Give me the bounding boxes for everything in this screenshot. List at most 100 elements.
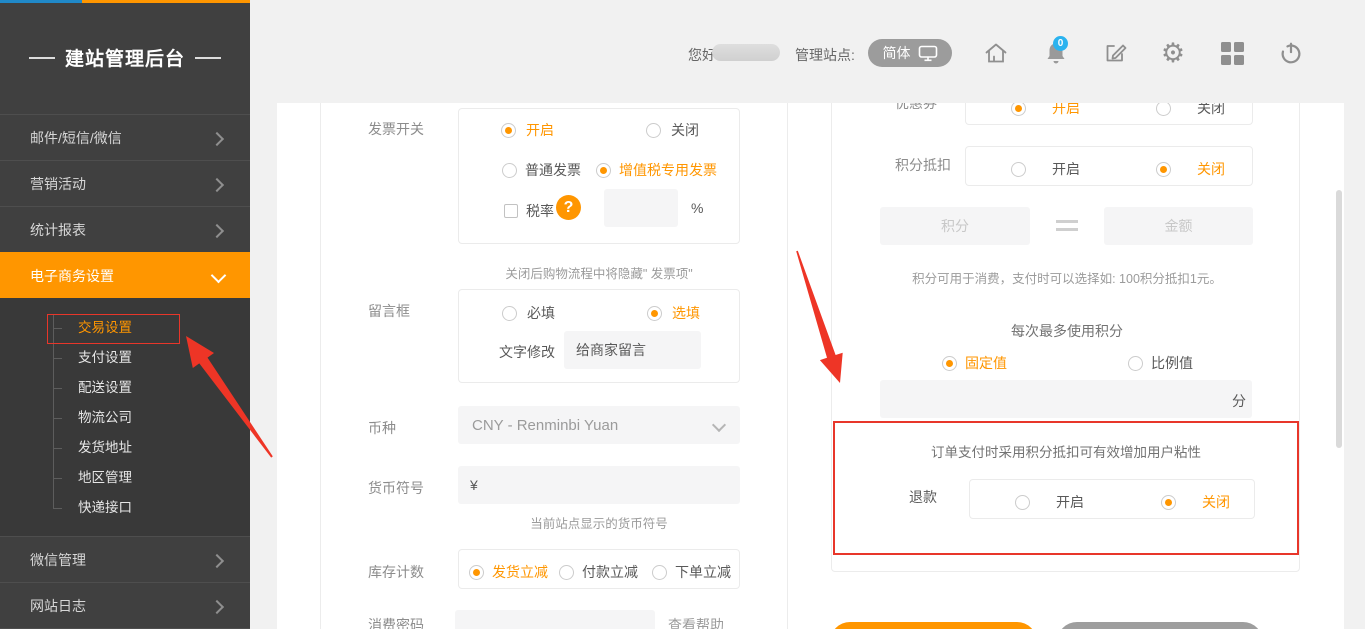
invoice-on-option[interactable]: 开启	[501, 120, 554, 140]
tree-tick	[53, 448, 62, 449]
message-optional-option[interactable]: 选填	[647, 303, 700, 323]
points-deduct-label: 积分抵扣	[895, 155, 951, 175]
sidebar-item-mail-sms-wechat[interactable]: 邮件/短信/微信	[0, 114, 250, 160]
message-text-input[interactable]	[564, 331, 701, 369]
points-unit-suffix: 分	[1232, 391, 1246, 411]
tree-tick	[53, 478, 62, 479]
annotation-box-refund: 订单支付时采用积分抵扣可有效增加用户粘性 退款 开启 关闭	[833, 421, 1299, 555]
content-area: 发票开关 开启 关闭 普通发票 增值税专用发票 税率 ?	[277, 103, 1344, 629]
scrollbar-thumb[interactable]	[1336, 190, 1342, 448]
edit-icon[interactable]	[1101, 39, 1129, 67]
radio-stock-ship[interactable]	[469, 565, 484, 580]
invoice-vat-label: 增值税专用发票	[619, 160, 717, 180]
points-on-option[interactable]: 开启	[1011, 159, 1080, 179]
submenu-item-payment-settings[interactable]: 支付设置	[78, 348, 132, 368]
tax-rate-option[interactable]: 税率	[504, 201, 554, 221]
points-off-label: 关闭	[1197, 159, 1225, 179]
refund-off-option[interactable]: 关闭	[1161, 492, 1230, 512]
coupon-box: 开启 关闭	[965, 103, 1253, 125]
sidebar-item-site-logs[interactable]: 网站日志	[0, 582, 250, 628]
user-name-redacted	[712, 44, 780, 61]
power-icon[interactable]	[1277, 39, 1305, 67]
tree-tick	[53, 388, 62, 389]
radio-refund-off[interactable]	[1161, 495, 1176, 510]
radio-invoice-on[interactable]	[501, 123, 516, 138]
text-edit-label: 文字修改	[499, 342, 555, 362]
tax-rate-input[interactable]	[604, 189, 678, 227]
radio-coupon-on[interactable]	[1011, 103, 1026, 116]
radio-fixed-value[interactable]	[942, 356, 957, 371]
ecommerce-submenu: 交易设置 支付设置 配送设置 物流公司 发货地址 地区管理 快递接口	[0, 298, 250, 536]
chevron-right-icon	[210, 178, 224, 192]
radio-stock-order[interactable]	[652, 565, 667, 580]
sidebar-item-marketing[interactable]: 营销活动	[0, 160, 250, 206]
max-points-title: 每次最多使用积分	[837, 321, 1297, 341]
gear-icon[interactable]: ⚙	[1159, 39, 1187, 67]
coupon-off-option[interactable]: 关闭	[1156, 103, 1225, 118]
title-dash-right	[195, 57, 221, 59]
language-site-pill[interactable]: 简体	[868, 39, 952, 67]
radio-points-on[interactable]	[1011, 162, 1026, 177]
radio-message-required[interactable]	[502, 306, 517, 321]
stock-ship-option[interactable]: 发货立减	[469, 562, 548, 582]
points-on-label: 开启	[1052, 159, 1080, 179]
message-required-option[interactable]: 必填	[502, 303, 555, 323]
radio-points-off[interactable]	[1156, 162, 1171, 177]
progress-strip-blue	[0, 0, 82, 3]
invoice-off-option[interactable]: 关闭	[646, 120, 699, 140]
refund-on-option[interactable]: 开启	[1015, 492, 1084, 512]
submenu-item-logistics-company[interactable]: 物流公司	[78, 408, 132, 428]
submenu-item-region-management[interactable]: 地区管理	[78, 468, 132, 488]
submenu-item-delivery-settings[interactable]: 配送设置	[78, 378, 132, 398]
currency-value: CNY - Renminbi Yuan	[472, 417, 618, 434]
home-icon[interactable]	[982, 39, 1010, 67]
currency-select[interactable]: CNY - Renminbi Yuan	[458, 406, 740, 444]
fixed-value-option[interactable]: 固定值	[942, 353, 1007, 373]
radio-invoice-off[interactable]	[646, 123, 661, 138]
sidebar-item-wechat-management[interactable]: 微信管理	[0, 536, 250, 582]
radio-coupon-off[interactable]	[1156, 103, 1171, 116]
coupon-on-option[interactable]: 开启	[1011, 103, 1080, 118]
sidebar-item-ecommerce-settings[interactable]: 电子商务设置	[0, 252, 250, 298]
tree-tick	[53, 418, 62, 419]
sidebar-item-statistics[interactable]: 统计报表	[0, 206, 250, 252]
radio-ratio-value[interactable]	[1128, 356, 1143, 371]
stock-order-option[interactable]: 下单立减	[652, 562, 731, 582]
radio-stock-pay[interactable]	[559, 565, 574, 580]
chevron-right-icon	[210, 600, 224, 614]
sidebar: 建站管理后台 邮件/短信/微信 营销活动 统计报表 电子商务设置	[0, 0, 250, 629]
percent-sign: %	[691, 200, 703, 216]
message-box: 必填 选填 文字修改	[458, 289, 740, 383]
tax-rate-checkbox[interactable]	[504, 204, 518, 218]
view-help-link[interactable]: 查看帮助	[668, 615, 724, 629]
stock-pay-option[interactable]: 付款立减	[559, 562, 638, 582]
amount-input[interactable]	[1104, 207, 1253, 245]
invoice-normal-option[interactable]: 普通发票	[502, 160, 581, 180]
stock-ship-label: 发货立减	[492, 562, 548, 582]
currency-symbol-hint: 当前站点显示的货币符号	[458, 513, 740, 532]
points-off-option[interactable]: 关闭	[1156, 159, 1225, 179]
invoice-vat-option[interactable]: 增值税专用发票	[596, 160, 717, 180]
ratio-value-option[interactable]: 比例值	[1128, 353, 1193, 373]
monitor-icon	[918, 45, 938, 62]
refund-label: 退款	[909, 487, 937, 507]
currency-symbol-input[interactable]	[458, 466, 740, 504]
sidebar-item-label: 统计报表	[30, 222, 86, 238]
submenu-item-shipping-address[interactable]: 发货地址	[78, 438, 132, 458]
max-points-input[interactable]	[880, 380, 1252, 418]
radio-invoice-normal[interactable]	[502, 163, 517, 178]
submenu-item-express-interface[interactable]: 快递接口	[78, 498, 132, 518]
grid-icon[interactable]	[1218, 39, 1246, 67]
radio-refund-on[interactable]	[1015, 495, 1030, 510]
points-input[interactable]	[880, 207, 1030, 245]
cancel-button[interactable]	[1057, 622, 1263, 629]
pay-password-input[interactable]	[455, 610, 655, 629]
save-button[interactable]	[830, 622, 1037, 629]
chevron-right-icon	[210, 224, 224, 238]
message-box-label: 留言框	[368, 301, 410, 321]
message-required-label: 必填	[527, 303, 555, 323]
radio-invoice-vat[interactable]	[596, 163, 611, 178]
radio-message-optional[interactable]	[647, 306, 662, 321]
sidebar-item-label: 营销活动	[30, 176, 86, 192]
question-icon[interactable]: ?	[556, 195, 581, 220]
